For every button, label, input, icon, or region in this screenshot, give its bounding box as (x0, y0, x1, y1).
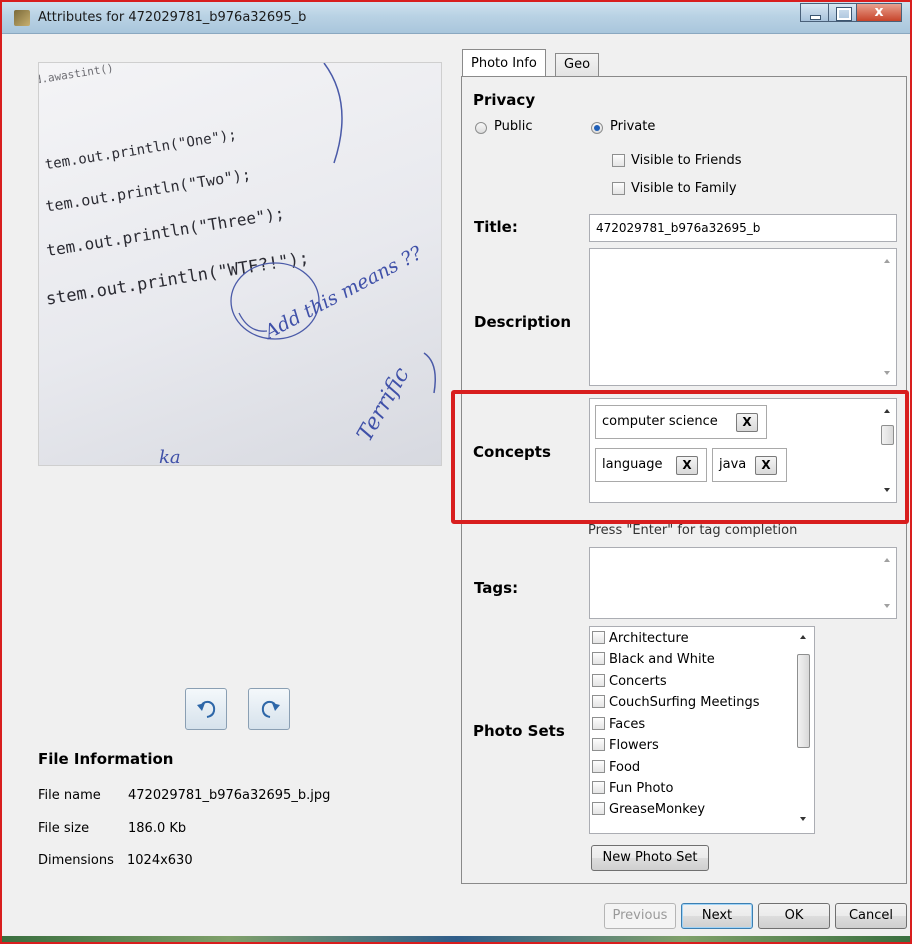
code-line-1: tem.out.println("One"); (44, 127, 238, 173)
private-radio[interactable] (591, 122, 603, 134)
photo-sets-label: Photo Sets (473, 722, 565, 740)
photo-set-item[interactable]: GreaseMonkey (592, 802, 705, 823)
tags-scrollbar[interactable] (879, 548, 896, 618)
visible-to-family-label: Visible to Family (631, 181, 737, 196)
minimize-button[interactable] (800, 3, 828, 22)
photo-set-item[interactable]: CouchSurfing Meetings (592, 695, 760, 716)
scroll-down-icon (884, 604, 890, 608)
visible-to-family-checkbox[interactable] (612, 182, 625, 195)
visible-to-friends-checkbox[interactable] (612, 154, 625, 167)
next-button[interactable]: Next (681, 903, 753, 929)
window-title: Attributes for 472029781_b976a32695_b (38, 10, 307, 25)
file-size-value: 186.0 Kb (128, 821, 187, 836)
photo-set-item[interactable]: Concerts (592, 674, 667, 695)
photo-preview: ard.awastint() tem.out.println("One"); t… (38, 62, 442, 466)
file-name-value: 472029781_b976a32695_b.jpg (128, 788, 331, 803)
maximize-button[interactable] (828, 3, 856, 22)
close-button[interactable]: x (856, 3, 902, 22)
photo-sets-scrollbar[interactable] (795, 627, 814, 833)
tags-label: Tags: (474, 579, 519, 597)
file-size-label: File size (38, 821, 90, 836)
svg-text:ard.awastint(): ard.awastint() (39, 63, 114, 89)
file-name-label: File name (38, 788, 101, 803)
photo-set-checkbox[interactable] (592, 652, 605, 665)
taskbar-strip (2, 936, 910, 942)
visible-to-friends-label: Visible to Friends (631, 153, 742, 168)
photo-set-checkbox[interactable] (592, 674, 605, 687)
photo-set-item[interactable]: Flowers (592, 738, 659, 759)
photo-set-checkbox[interactable] (592, 717, 605, 730)
attributes-window: Attributes for 472029781_b976a32695_b x … (0, 0, 912, 944)
window-controls: x (800, 3, 902, 22)
file-information-heading: File Information (38, 750, 174, 768)
photo-set-item[interactable]: Fun Photo (592, 781, 673, 802)
code-line-3: tem.out.println("Three"); (45, 204, 286, 260)
description-scrollbar[interactable] (879, 249, 896, 385)
new-photo-set-button[interactable]: New Photo Set (591, 845, 709, 871)
scroll-thumb[interactable] (797, 654, 810, 748)
title-label: Title: (474, 218, 518, 236)
ok-button[interactable]: OK (758, 903, 830, 929)
rotate-right-button[interactable] (248, 688, 290, 730)
scroll-down-icon (884, 371, 890, 375)
scroll-up-icon (884, 259, 890, 263)
rotate-left-icon (197, 700, 216, 718)
photo-set-checkbox[interactable] (592, 695, 605, 708)
tags-input[interactable] (589, 547, 897, 619)
photo-set-checkbox[interactable] (592, 802, 605, 815)
dimensions-label: Dimensions (38, 853, 114, 868)
photo-set-item[interactable]: Black and White (592, 652, 715, 673)
scroll-up-icon (800, 635, 806, 639)
dimensions-value: 1024x630 (127, 853, 193, 868)
photo-set-item[interactable]: Food (592, 760, 640, 781)
svg-text:ka: ka (159, 447, 181, 466)
scroll-down-icon (800, 817, 806, 821)
photo-set-checkbox[interactable] (592, 781, 605, 794)
concepts-highlight (451, 390, 909, 524)
code-line-2: tem.out.println("Two"); (44, 165, 252, 215)
scroll-up-icon (884, 558, 890, 562)
code-line-4: stem.out.println("WTF?!"); (45, 248, 311, 309)
tab-geo[interactable]: Geo (555, 53, 600, 77)
photo-set-checkbox[interactable] (592, 738, 605, 751)
rotate-left-button[interactable] (185, 688, 227, 730)
description-label: Description (474, 313, 572, 331)
photo-set-item[interactable]: Architecture (592, 631, 689, 652)
description-textarea[interactable] (589, 248, 897, 386)
public-radio[interactable] (475, 122, 487, 134)
previous-button[interactable]: Previous (604, 903, 676, 929)
title-input[interactable]: 472029781_b976a32695_b (589, 214, 897, 242)
privacy-label: Privacy (473, 91, 536, 109)
photo-set-checkbox[interactable] (592, 760, 605, 773)
app-icon (14, 10, 30, 26)
tag-completion-hint: Press "Enter" for tag completion (588, 523, 798, 538)
private-label: Private (610, 119, 656, 134)
title-bar[interactable]: Attributes for 472029781_b976a32695_b x (2, 2, 910, 34)
photo-set-checkbox[interactable] (592, 631, 605, 644)
public-label: Public (494, 119, 533, 134)
photo-set-item[interactable]: Faces (592, 717, 645, 738)
svg-text:Terrific: Terrific (353, 363, 415, 446)
tab-photo-info[interactable]: Photo Info (462, 49, 546, 77)
cancel-button[interactable]: Cancel (835, 903, 907, 929)
rotate-right-icon (261, 700, 280, 718)
